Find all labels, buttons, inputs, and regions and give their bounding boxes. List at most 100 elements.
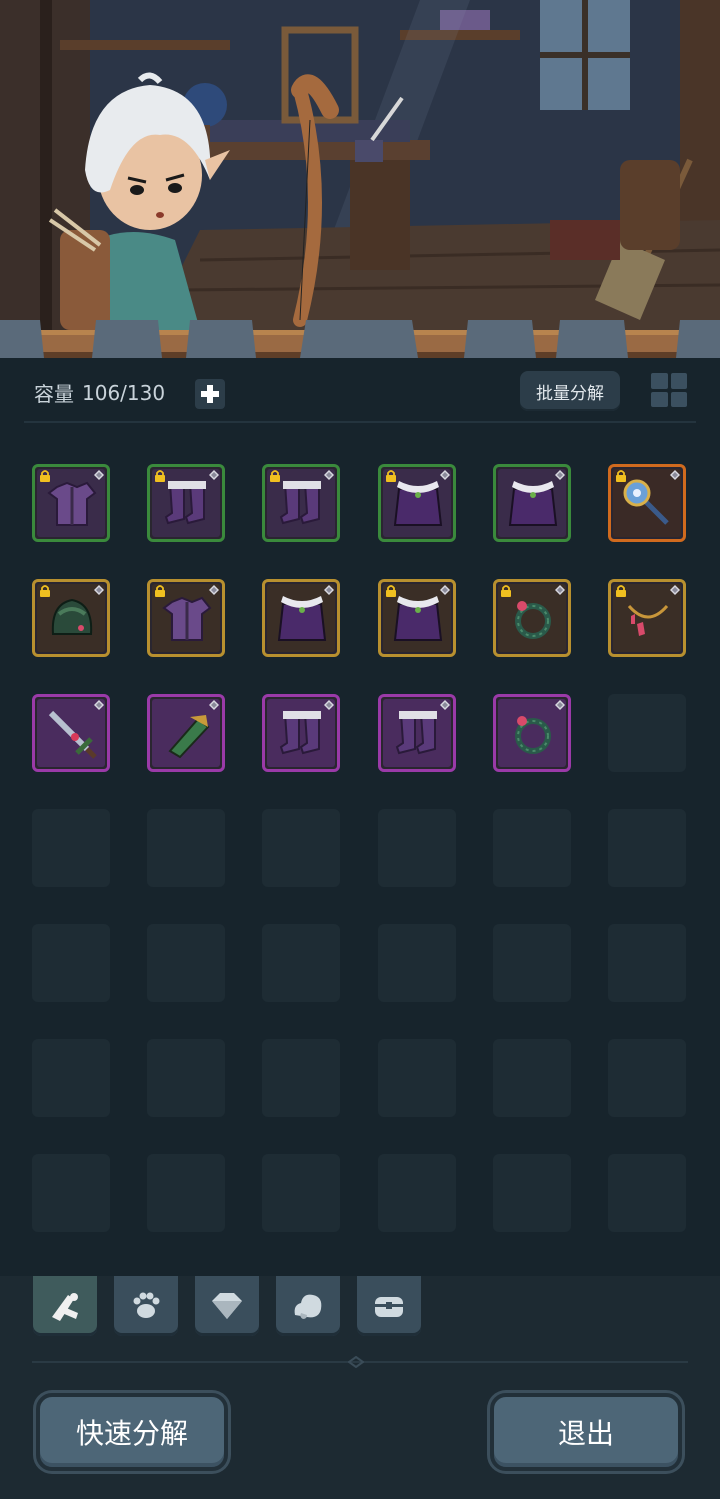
inventory-item-slot[interactable] [32,579,110,657]
rarity-diamond-icon [440,700,450,710]
inventory-item-slot[interactable] [262,694,340,772]
boots-icon [279,481,321,525]
rarity-diamond-icon [670,585,680,595]
empty-slot [262,924,340,1002]
tab-paw[interactable] [114,1276,178,1336]
cloak-icon [393,596,443,641]
inventory-item-slot[interactable] [608,579,686,657]
empty-slot [608,1039,686,1117]
weapon-tab-icon [52,1293,78,1321]
empty-slot [262,1154,340,1232]
gem-tab-icon [212,1293,242,1319]
empty-slot [32,809,110,887]
armor-icon [162,596,212,641]
sword-icon [48,710,97,759]
lock-icon [616,585,626,597]
inventory-item-slot[interactable] [262,579,340,657]
rarity-diamond-icon [555,700,565,710]
inventory-item-slot[interactable] [147,579,225,657]
plus-icon [201,385,219,403]
wooden-rail [0,320,720,358]
empty-slot [493,809,571,887]
expand-capacity-button[interactable] [195,379,225,409]
empty-slot [378,1154,456,1232]
empty-slot [493,1154,571,1232]
lock-icon [616,470,626,482]
rarity-diamond-icon [209,470,219,480]
inventory-item-slot[interactable] [378,464,456,542]
tab-stone[interactable] [276,1276,340,1336]
empty-slot [608,694,686,772]
batch-decompose-button[interactable]: 批量分解 [520,371,620,411]
rarity-diamond-icon [324,700,334,710]
empty-slot [147,924,225,1002]
cloak-icon [277,596,327,641]
tab-chest[interactable] [357,1276,421,1336]
grid-view-icon[interactable] [650,372,688,408]
inventory-item-slot[interactable] [493,579,571,657]
inventory-item-slot[interactable] [32,694,110,772]
boots-icon [164,481,206,525]
empty-slot [262,1039,340,1117]
inventory-item-slot[interactable] [378,694,456,772]
empty-slot [32,924,110,1002]
staff-icon [623,479,669,525]
lock-icon [40,585,50,597]
boots-icon [279,711,321,755]
inventory-item-slot[interactable] [262,464,340,542]
empty-slot [493,1039,571,1117]
exit-button[interactable]: 退出 [490,1393,682,1471]
inventory-item-slot[interactable] [32,464,110,542]
lock-icon [386,585,396,597]
empty-slot [378,809,456,887]
rarity-diamond-icon [324,585,334,595]
inventory-item-slot[interactable] [147,694,225,772]
paw-tab-icon [133,1292,160,1318]
inventory-item-slot[interactable] [493,694,571,772]
boots-icon [395,711,437,755]
lock-icon [40,470,50,482]
empty-slot [32,1039,110,1117]
divider-ornament-icon [348,1356,364,1368]
cloak-icon [508,481,558,526]
rarity-diamond-icon [94,470,104,480]
lock-icon [155,470,165,482]
empty-slot [147,809,225,887]
stone-tab-icon [294,1294,322,1319]
lock-icon [270,470,280,482]
empty-slot [493,924,571,1002]
ring-icon [515,601,551,639]
rarity-diamond-icon [440,585,450,595]
rarity-diamond-icon [209,585,219,595]
necklace-icon [627,604,669,636]
lock-icon [386,470,396,482]
quick-decompose-button[interactable]: 快速分解 [36,1393,228,1471]
tab-weapon[interactable] [33,1276,97,1336]
tab-gem[interactable] [195,1276,259,1336]
inventory-item-slot[interactable] [378,579,456,657]
rarity-diamond-icon [555,585,565,595]
empty-slot [378,924,456,1002]
empty-slot [378,1039,456,1117]
capacity-label: 容量 [34,382,74,406]
empty-slot [32,1154,110,1232]
rarity-diamond-icon [94,585,104,595]
inventory-item-slot[interactable] [147,464,225,542]
header-divider [24,421,696,423]
category-tabs [0,1276,720,1336]
helmet-icon [51,598,93,635]
inventory-item-slot[interactable] [608,464,686,542]
rarity-diamond-icon [670,470,680,480]
inventory-item-slot[interactable] [493,464,571,542]
character-illustration [0,0,720,330]
cloak-icon [393,481,443,526]
empty-slot [262,809,340,887]
rarity-diamond-icon [555,470,565,480]
capacity-value: 106/130 [82,380,166,405]
lock-icon [501,585,511,597]
ring-icon [515,716,551,754]
rarity-diamond-icon [209,700,219,710]
rarity-diamond-icon [324,470,334,480]
lock-icon [155,585,165,597]
empty-slot [608,1154,686,1232]
